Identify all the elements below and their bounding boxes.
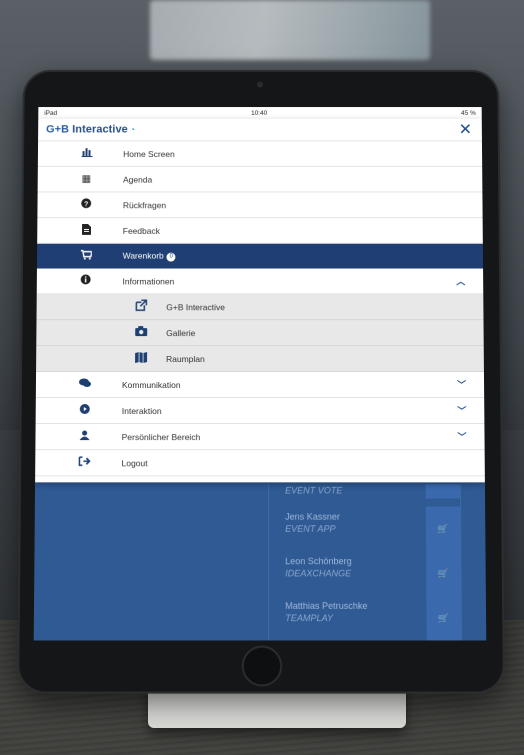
menu-item-text: Warenkorb <box>122 251 164 261</box>
submenu-item-raumplan[interactable]: Raumplan <box>36 346 484 373</box>
menu-item-label: Logout <box>121 457 148 468</box>
clock-label: 10:40 <box>251 109 268 117</box>
external-link-icon <box>134 299 148 314</box>
list-item-name: Leon Schönberg <box>285 556 352 567</box>
menu-item-agenda[interactable]: ▦ Agenda <box>37 166 483 193</box>
carrier-label: iPad <box>44 109 58 117</box>
cart-count-badge: 0 <box>166 252 176 262</box>
submenu-item-label: G+B Interactive <box>166 301 225 312</box>
menu-item-label: Feedback <box>122 225 160 236</box>
list-item-subtitle: EVENT APP <box>285 523 336 534</box>
submenu-item-label: Gallerie <box>166 327 196 338</box>
menu-item-feedback[interactable]: Feedback <box>37 218 483 244</box>
menu-header: G+B Interactive ◔ ✕ <box>38 118 482 142</box>
battery-label: 45 % <box>461 109 476 117</box>
play-icon <box>78 403 92 417</box>
cart-icon[interactable]: 🛒 <box>425 506 461 552</box>
menu-item-home-screen[interactable]: Home Screen <box>37 141 483 167</box>
menu-item-label: Informationen <box>122 275 175 286</box>
chevron-down-icon[interactable]: ﹀ <box>457 378 466 391</box>
wifi-logo-icon: ◔ <box>129 124 136 135</box>
submenu-item-gb-interactive[interactable]: G+B Interactive <box>36 294 484 321</box>
brand-logo: G+B Interactive ◔ <box>46 124 135 136</box>
menu-item-label: Home Screen <box>123 148 175 159</box>
home-button[interactable] <box>241 645 283 687</box>
document-icon <box>79 223 93 238</box>
chevron-down-icon[interactable]: ﹀ <box>457 430 466 443</box>
background-monitor <box>150 0 430 60</box>
chevron-up-icon[interactable]: ︿ <box>456 274 465 287</box>
menu-item-interaktion[interactable]: Interaktion ﹀ <box>35 398 485 425</box>
question-icon: ? <box>79 198 93 211</box>
list-item[interactable]: EVENT VOTE <box>285 484 342 496</box>
logo-mark: G+B <box>46 123 70 136</box>
chat-icon <box>78 378 92 391</box>
list-item-name: Matthias Petruschke <box>285 600 368 611</box>
list-item-subtitle: IDEAXCHANGE <box>285 568 352 579</box>
menu-item-informationen[interactable]: Informationen ︿ <box>36 268 484 295</box>
list-item-subtitle: EVENT VOTE <box>285 485 343 496</box>
close-icon[interactable]: ✕ <box>459 120 472 140</box>
list-item[interactable]: Jens Kassner EVENT APP <box>285 511 340 535</box>
cart-icon[interactable]: 🛒 <box>426 551 461 596</box>
user-icon <box>78 429 92 443</box>
menu-item-logout[interactable]: Logout <box>35 450 485 477</box>
menu-item-label: Agenda <box>123 174 153 185</box>
background-app-list: EVENT VOTE Jens Kassner EVENT APP Leon S… <box>33 484 487 641</box>
cart-icon[interactable] <box>425 484 460 499</box>
list-item-name: Jens Kassner <box>285 511 340 522</box>
list-item[interactable]: Leon Schönberg IDEAXCHANGE <box>285 555 352 579</box>
menu-item-label: Kommunikation <box>121 379 181 390</box>
list-item[interactable]: Matthias Petruschke TEAMPLAY <box>285 600 367 624</box>
menu-item-label: Interaktion <box>121 405 162 416</box>
svg-text:?: ? <box>84 201 88 208</box>
cart-icon <box>79 250 93 263</box>
navigation-menu: G+B Interactive ◔ ✕ Home Screen ▦ Agenda … <box>35 118 485 483</box>
menu-item-kommunikation[interactable]: Kommunikation ﹀ <box>35 372 485 399</box>
map-icon <box>134 351 148 366</box>
tablet-screen: EVENT VOTE Jens Kassner EVENT APP Leon S… <box>33 107 487 641</box>
front-camera <box>257 81 263 88</box>
menu-item-label: Rückfragen <box>122 199 167 210</box>
menu-item-warenkorb[interactable]: Warenkorb 0 <box>36 243 484 269</box>
logout-icon <box>77 456 91 469</box>
submenu-item-label: Raumplan <box>166 353 205 364</box>
tablet-device: EVENT VOTE Jens Kassner EVENT APP Leon S… <box>19 71 503 692</box>
calendar-icon: ▦ <box>81 173 92 185</box>
camera-icon <box>134 326 148 339</box>
list-item-subtitle: TEAMPLAY <box>285 612 334 624</box>
bar-chart-icon <box>80 147 94 160</box>
info-icon <box>79 274 93 287</box>
menu-item-label: Warenkorb 0 <box>122 251 176 262</box>
speaker-column: EVENT VOTE Jens Kassner EVENT APP Leon S… <box>268 484 463 641</box>
menu-item-persoenlicher-bereich[interactable]: Persönlicher Bereich ﹀ <box>35 424 485 451</box>
logo-text: Interactive <box>72 123 128 136</box>
menu-item-label: Persönlicher Bereich <box>121 431 201 442</box>
submenu-item-gallerie[interactable]: Gallerie <box>36 320 484 347</box>
cart-icon[interactable]: 🛒 <box>426 595 462 641</box>
menu-item-rueckfragen[interactable]: ? Rückfragen <box>37 192 483 219</box>
status-bar: iPad 10:40 45 % <box>38 107 482 119</box>
chevron-down-icon[interactable]: ﹀ <box>457 404 466 417</box>
